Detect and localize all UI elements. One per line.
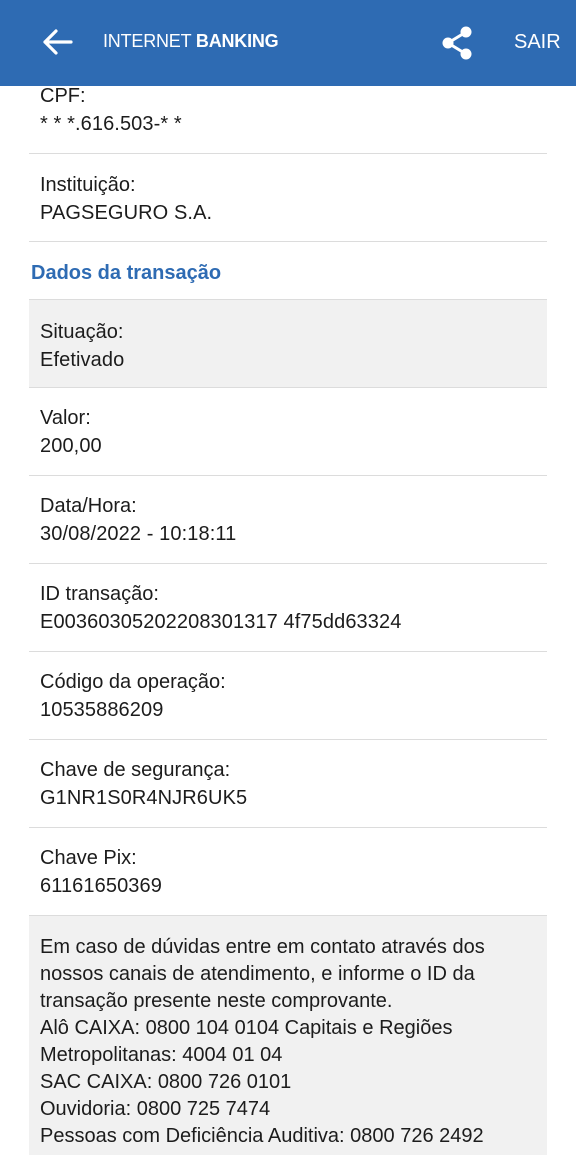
app-brand-title: INTERNET BANKING	[103, 31, 279, 52]
share-icon	[442, 26, 472, 60]
datetime-value: 30/08/2022 - 10:18:11	[40, 523, 237, 545]
datetime-label: Data/Hora:	[40, 495, 137, 517]
amount-field: Valor: 200,00	[29, 388, 547, 476]
cpf-value: * * *.616.503-* *	[40, 113, 182, 135]
info-line: nossos canais de atendimento, e informe …	[40, 963, 475, 985]
security-key-value: G1NR1S0R4NJR6UK5	[40, 787, 248, 809]
pix-key-label: Chave Pix:	[40, 847, 137, 869]
top-app-bar: INTERNET BANKING SAIR	[0, 0, 576, 86]
exit-button[interactable]: SAIR	[514, 31, 561, 54]
datetime-field: Data/Hora: 30/08/2022 - 10:18:11	[29, 476, 547, 564]
transaction-id-value: E00360305202208301317 4f75dd63324	[40, 611, 402, 633]
info-line: SAC CAIXA: 0800 726 0101	[40, 1071, 292, 1093]
info-line: Alô CAIXA: 0800 104 0104 Capitais e Regi…	[40, 1017, 453, 1039]
operation-code-value: 10535886209	[40, 699, 164, 721]
info-line: Metropolitanas: 4004 01 04	[40, 1044, 283, 1066]
pix-key-field: Chave Pix: 61161650369	[29, 828, 547, 916]
back-button[interactable]	[40, 26, 76, 58]
section-title-transaction: Dados da transação	[31, 262, 222, 284]
institution-label: Instituição:	[40, 174, 136, 196]
security-key-field: Chave de segurança: G1NR1S0R4NJR6UK5	[29, 740, 547, 828]
share-button[interactable]	[438, 24, 476, 62]
cpf-label: CPF:	[40, 85, 86, 107]
institution-value: PAGSEGURO S.A.	[40, 202, 213, 224]
operation-code-field: Código da operação: 10535886209	[29, 652, 547, 740]
info-line: Pessoas com Deficiência Auditiva: 0800 7…	[40, 1125, 484, 1147]
arrow-left-icon	[43, 29, 73, 55]
pix-key-value: 61161650369	[40, 875, 162, 897]
amount-label: Valor:	[40, 407, 91, 429]
contact-info-block: Em caso de dúvidas entre em contato atra…	[29, 915, 547, 1155]
transaction-id-field: ID transação: E00360305202208301317 4f75…	[29, 564, 547, 652]
operation-code-label: Código da operação:	[40, 671, 226, 693]
status-value: Efetivado	[40, 349, 125, 371]
status-field: Situação: Efetivado	[29, 299, 547, 388]
brand-light-text: INTERNET	[103, 31, 196, 51]
amount-value: 200,00	[40, 435, 102, 457]
status-label: Situação:	[40, 321, 124, 343]
brand-bold-text: BANKING	[195, 31, 279, 51]
security-key-label: Chave de segurança:	[40, 759, 231, 781]
institution-field: Instituição: PAGSEGURO S.A.	[29, 154, 547, 242]
cpf-field: CPF: * * *.616.503-* *	[29, 82, 547, 154]
transaction-id-label: ID transação:	[40, 583, 159, 605]
info-line: Em caso de dúvidas entre em contato atra…	[40, 936, 485, 958]
info-line: transação presente neste comprovante.	[40, 990, 393, 1012]
info-line: Ouvidoria: 0800 725 7474	[40, 1098, 271, 1120]
